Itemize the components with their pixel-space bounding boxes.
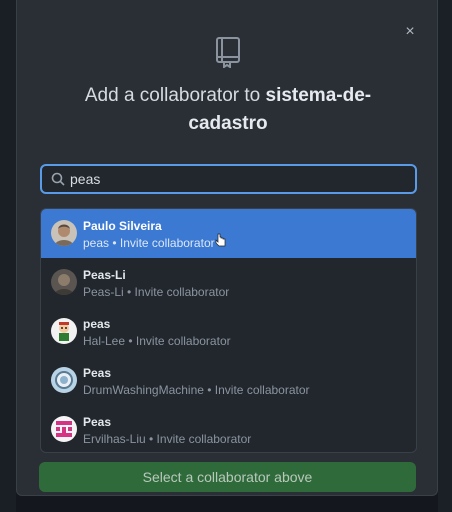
result-name: Peas [83, 415, 112, 429]
result-name: Peas [83, 366, 112, 380]
result-meta: Ervilhas-Liu • Invite collaborator [83, 432, 252, 446]
washing-machine-avatar-icon [51, 367, 77, 393]
close-button[interactable]: × [400, 22, 420, 42]
result-meta: Hal-Lee • Invite collaborator [83, 334, 231, 348]
photo-avatar-dark-icon [51, 269, 77, 295]
result-meta: peas • Invite collaborator [83, 236, 215, 250]
photo-avatar-icon [51, 220, 77, 246]
result-meta: Peas-Li • Invite collaborator [83, 285, 230, 299]
cartoon-avatar-icon [51, 318, 77, 344]
result-row-ervilhas-liu[interactable]: Peas Ervilhas-Liu • Invite collaborator [41, 405, 416, 452]
result-name: Peas-Li [83, 268, 126, 282]
dialog-title: Add a collaborator to sistema-de-cadastr… [47, 82, 409, 138]
result-row-drumwashingmachine[interactable]: Peas DrumWashingMachine • Invite collabo… [41, 356, 416, 405]
repo-icon [216, 37, 240, 68]
result-name: Paulo Silveira [83, 219, 162, 233]
background-right-panel [438, 0, 452, 512]
identicon-avatar-icon [51, 416, 77, 442]
result-row-paulo-silveira[interactable]: Paulo Silveira peas • Invite collaborato… [41, 209, 416, 258]
result-row-peas-li[interactable]: Peas-Li Peas-Li • Invite collaborator [41, 258, 416, 307]
search-input[interactable] [70, 169, 400, 189]
result-name: peas [83, 317, 111, 331]
search-box[interactable] [40, 164, 417, 194]
mouse-pointer-icon [215, 233, 226, 247]
dialog-title-prefix: Add a collaborator to [84, 85, 266, 106]
search-results-list: Paulo Silveira peas • Invite collaborato… [40, 208, 417, 453]
background-left-panel [0, 0, 16, 512]
select-collaborator-button[interactable]: Select a collaborator above [39, 462, 416, 492]
add-collaborator-dialog: × Add a collaborator to sistema-de-cadas… [16, 0, 438, 496]
search-icon [51, 172, 65, 186]
result-meta: DrumWashingMachine • Invite collaborator [83, 383, 310, 397]
result-row-hal-lee[interactable]: peas Hal-Lee • Invite collaborator [41, 307, 416, 356]
